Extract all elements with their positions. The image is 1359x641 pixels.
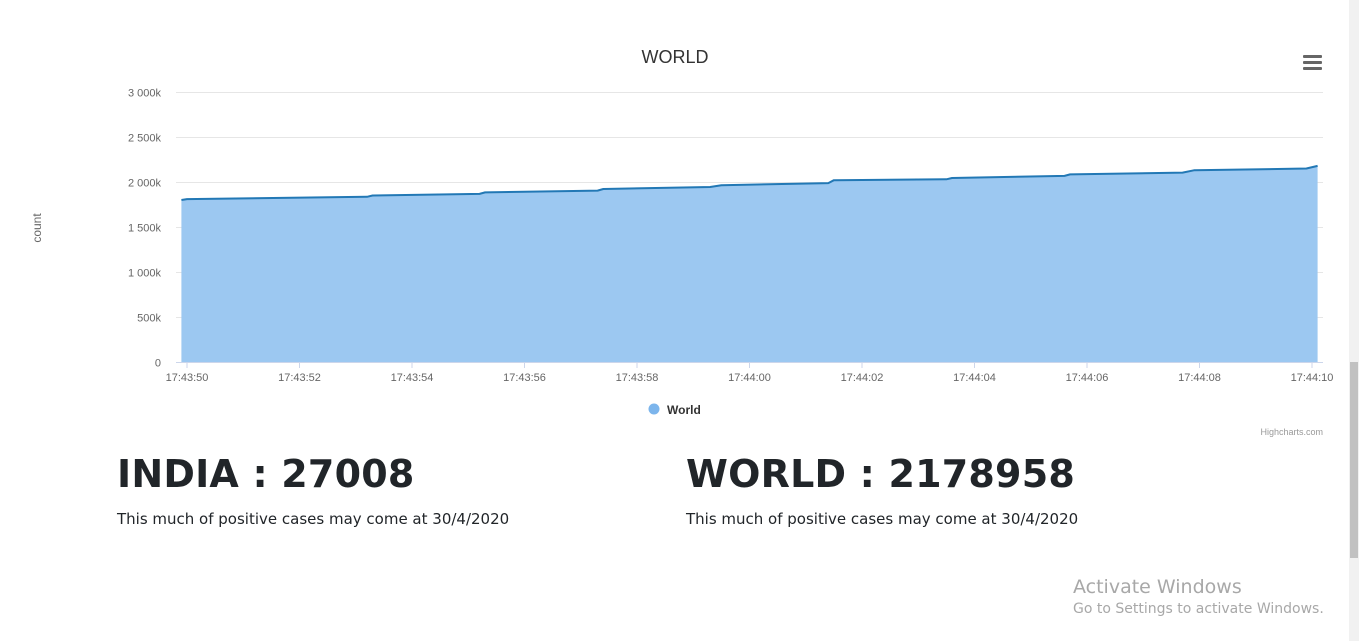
x-tick-label: 17:43:58 — [616, 372, 659, 384]
activate-windows-watermark: Activate Windows Go to Settings to activ… — [1073, 576, 1324, 620]
x-tick-label: 17:43:56 — [503, 372, 546, 384]
x-tick-label: 17:43:54 — [391, 372, 434, 384]
y-tick-label: 1 000k — [128, 268, 162, 280]
india-stat: INDIA : 27008 This much of positive case… — [117, 455, 509, 528]
hamburger-menu-icon — [1303, 55, 1322, 58]
hamburger-menu-icon-bar — [1303, 61, 1322, 64]
world-stat: WORLD : 2178958 This much of positive ca… — [686, 455, 1078, 528]
credits-link[interactable]: Highcharts.com — [1260, 427, 1323, 437]
y-tick-label: 2 500k — [128, 133, 162, 145]
x-tick-label: 17:43:50 — [166, 372, 209, 384]
legend-label-world[interactable]: World — [667, 403, 701, 417]
x-tick-label: 17:44:02 — [841, 372, 884, 384]
x-tick-label: 17:44:10 — [1291, 372, 1334, 384]
india-count-heading: INDIA : 27008 — [117, 452, 415, 496]
legend[interactable]: World — [648, 403, 701, 417]
x-axis-ticks: 17:43:50 17:43:52 17:43:54 17:43:56 17:43:58… — [166, 362, 1334, 384]
legend-marker-world — [648, 403, 660, 415]
y-tick-label: 0 — [155, 358, 161, 370]
hamburger-menu-icon-bar — [1303, 67, 1322, 70]
y-tick-label: 2 000k — [128, 178, 162, 190]
x-tick-label: 17:44:06 — [1066, 372, 1109, 384]
x-tick-label: 17:44:08 — [1178, 372, 1221, 384]
page-scrollbar[interactable] — [1349, 0, 1359, 641]
watermark-line1: Activate Windows — [1073, 576, 1242, 598]
y-tick-label: 3 000k — [128, 88, 162, 100]
world-count-heading: WORLD : 2178958 — [686, 452, 1075, 496]
chart-context-menu-button[interactable] — [1300, 51, 1326, 73]
y-axis-ticks: 0 500k 1 000k 1 500k 2 000k 2 500k 3 000k — [128, 88, 162, 370]
world-chart: WORLD 0 500k 1 000k 1 500k 2 000k 2 500k 3 000… — [30, 47, 1334, 437]
y-tick-label: 1 500k — [128, 223, 162, 235]
chart-title: WORLD — [642, 47, 709, 67]
scrollbar-thumb[interactable] — [1350, 362, 1358, 558]
y-tick-label: 500k — [137, 313, 161, 325]
india-note: This much of positive cases may come at … — [117, 510, 510, 528]
series-world[interactable] — [181, 164, 1318, 362]
world-note: This much of positive cases may come at … — [686, 510, 1079, 528]
x-tick-label: 17:44:04 — [953, 372, 996, 384]
watermark-line2: Go to Settings to activate Windows. — [1073, 601, 1324, 617]
area-fill-world — [181, 165, 1318, 362]
x-tick-label: 17:43:52 — [278, 372, 321, 384]
x-tick-label: 17:44:00 — [728, 372, 771, 384]
y-axis-label: count — [30, 213, 44, 243]
